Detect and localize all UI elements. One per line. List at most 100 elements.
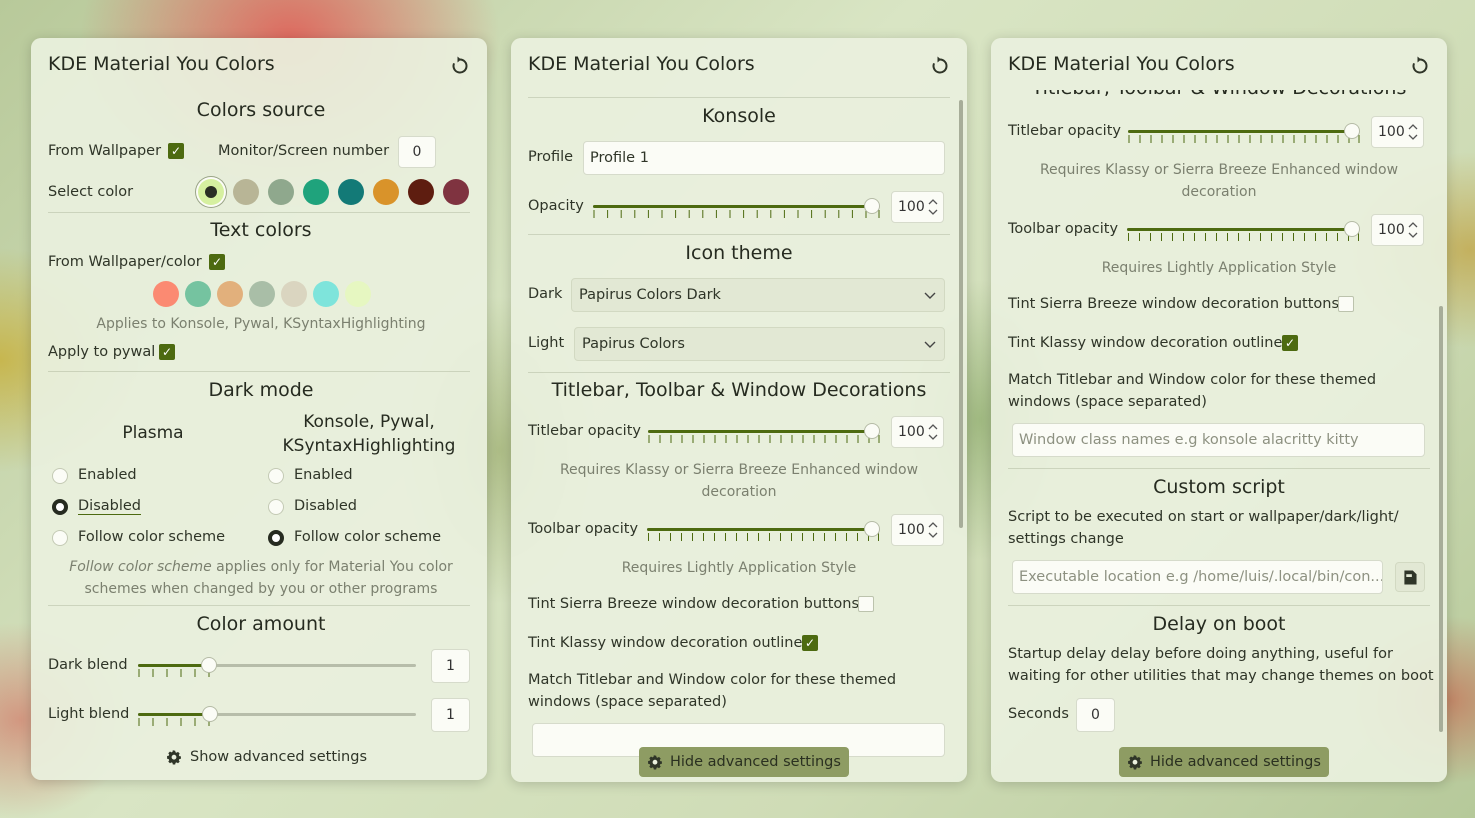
konsole-enabled-radio[interactable] bbox=[268, 468, 284, 484]
reset-icon[interactable] bbox=[1409, 55, 1431, 77]
plasma-enabled-radio[interactable] bbox=[52, 468, 68, 484]
color-swatch[interactable] bbox=[338, 179, 364, 205]
reset-icon[interactable] bbox=[449, 55, 471, 77]
dark-blend-slider-handle[interactable] bbox=[201, 657, 217, 673]
color-swatch[interactable] bbox=[233, 179, 259, 205]
clipped-header: Titlebar, Toolbar & Window Decorations bbox=[991, 90, 1447, 100]
tint-sierra-checkbox[interactable] bbox=[858, 596, 874, 612]
text-color-swatch bbox=[249, 281, 275, 307]
plasma-follow-radio[interactable] bbox=[52, 530, 68, 546]
opacity-label: Opacity bbox=[528, 198, 584, 214]
match-label-2: windows (space separated) bbox=[1008, 394, 1207, 410]
settings-panel-advanced-scrolled: KDE Material You Colors Titlebar, Toolba… bbox=[991, 38, 1447, 782]
seconds-label: Seconds bbox=[1008, 706, 1069, 722]
dark-mode-header: Dark mode bbox=[208, 379, 314, 401]
file-icon bbox=[1404, 570, 1417, 585]
titlebar-opacity-slider-handle[interactable] bbox=[1344, 123, 1360, 139]
light-blend-slider-handle[interactable] bbox=[202, 706, 218, 722]
divider bbox=[1008, 605, 1430, 606]
dark-icon-theme-value: Papirus Colors Dark bbox=[579, 287, 721, 303]
konsole-follow-radio[interactable] bbox=[268, 530, 284, 546]
hide-advanced-settings-button[interactable]: Hide advanced settings bbox=[639, 747, 849, 777]
plasma-disabled-radio[interactable] bbox=[52, 499, 68, 515]
select-color-label: Select color bbox=[48, 184, 134, 200]
gear-icon bbox=[648, 755, 662, 770]
spin-arrows-icon[interactable] bbox=[1407, 218, 1419, 242]
from-wallpaper-checkbox[interactable]: ✓ bbox=[168, 143, 184, 159]
toolbar-opacity-spinbox[interactable]: 100 bbox=[891, 514, 944, 546]
color-swatch[interactable] bbox=[198, 179, 224, 205]
plasma-follow-label[interactable]: Follow color scheme bbox=[78, 529, 225, 545]
plasma-disabled-label[interactable]: Disabled bbox=[78, 498, 141, 514]
show-advanced-settings-button[interactable]: Show advanced settings bbox=[166, 744, 367, 770]
titlebar-opacity-spinbox[interactable]: 100 bbox=[1371, 116, 1424, 148]
window-class-input[interactable]: Window class names e.g konsole alacritty… bbox=[1012, 423, 1425, 457]
light-blend-label: Light blend bbox=[48, 706, 130, 722]
titlebar-opacity-slider-fill bbox=[1128, 130, 1352, 133]
toolbar-opacity-slider-handle[interactable] bbox=[864, 521, 880, 537]
custom-script-desc-2: settings change bbox=[1008, 531, 1124, 547]
apply-pywal-label: Apply to pywal bbox=[48, 344, 156, 360]
tint-klassy-checkbox[interactable]: ✓ bbox=[1282, 335, 1298, 351]
dark-icon-theme-select[interactable]: Papirus Colors Dark bbox=[571, 278, 945, 312]
toolbar-opacity-spinbox[interactable]: 100 bbox=[1371, 214, 1424, 246]
light-blend-input[interactable]: 1 bbox=[431, 698, 470, 732]
color-swatch[interactable] bbox=[303, 179, 329, 205]
text-from-wallpaper-checkbox[interactable]: ✓ bbox=[209, 254, 225, 270]
tint-klassy-checkbox[interactable]: ✓ bbox=[802, 635, 818, 651]
toolbar-opacity-label: Toolbar opacity bbox=[528, 521, 639, 537]
tint-sierra-label: Tint Sierra Breeze window decoration but… bbox=[528, 596, 860, 612]
selected-dot bbox=[205, 186, 217, 198]
delay-desc-2: waiting for other utilities that may cha… bbox=[1008, 668, 1434, 684]
apply-pywal-checkbox[interactable]: ✓ bbox=[159, 344, 175, 360]
color-swatch[interactable] bbox=[373, 179, 399, 205]
custom-script-input[interactable]: Executable location e.g /home/luis/.loca… bbox=[1012, 560, 1383, 594]
toolbar-opacity-slider-fill bbox=[647, 528, 872, 531]
hide-advanced-label: Hide advanced settings bbox=[1150, 754, 1321, 770]
hide-advanced-settings-button[interactable]: Hide advanced settings bbox=[1119, 747, 1329, 777]
text-color-swatch bbox=[345, 281, 371, 307]
text-colors-note: Applies to Konsole, Pywal, KSyntaxHighli… bbox=[96, 316, 426, 332]
match-label-1: Match Titlebar and Window color for thes… bbox=[1008, 372, 1377, 388]
konsole-opacity-spinbox[interactable]: 100 bbox=[891, 191, 944, 223]
show-advanced-label: Show advanced settings bbox=[190, 749, 368, 765]
tint-sierra-label: Tint Sierra Breeze window decoration but… bbox=[1008, 296, 1340, 312]
titlebar-opacity-slider-handle[interactable] bbox=[864, 423, 880, 439]
panel-title: KDE Material You Colors bbox=[48, 53, 275, 75]
spin-arrows-icon[interactable] bbox=[1407, 120, 1419, 144]
text-color-swatch bbox=[185, 281, 211, 307]
dark-blend-label: Dark blend bbox=[48, 657, 128, 673]
light-icon-theme-select[interactable]: Papirus Colors bbox=[574, 327, 945, 361]
konsole-follow-label[interactable]: Follow color scheme bbox=[294, 529, 441, 545]
dark-blend-input[interactable]: 1 bbox=[431, 649, 470, 683]
scrollbar[interactable] bbox=[1439, 306, 1443, 732]
plasma-enabled-label[interactable]: Enabled bbox=[78, 467, 137, 483]
settings-panel-advanced: KDE Material You Colors Konsole Profile … bbox=[511, 38, 967, 782]
konsole-disabled-radio[interactable] bbox=[268, 499, 284, 515]
reset-icon[interactable] bbox=[929, 55, 951, 77]
text-color-swatch bbox=[313, 281, 339, 307]
divider bbox=[48, 371, 470, 372]
profile-label: Profile bbox=[528, 149, 574, 165]
divider bbox=[1008, 468, 1430, 469]
chevron-down-icon bbox=[924, 292, 936, 299]
panel-title: KDE Material You Colors bbox=[528, 53, 755, 75]
monitor-number-input[interactable]: 0 bbox=[398, 136, 436, 168]
match-label-2: windows (space separated) bbox=[528, 694, 727, 710]
titlebar-opacity-spinbox[interactable]: 100 bbox=[891, 416, 944, 448]
color-swatch[interactable] bbox=[268, 179, 294, 205]
konsole-opacity-slider-handle[interactable] bbox=[864, 198, 880, 214]
konsole-enabled-label[interactable]: Enabled bbox=[294, 467, 353, 483]
color-swatch[interactable] bbox=[443, 179, 469, 205]
spin-arrows-icon[interactable] bbox=[927, 420, 939, 444]
profile-input[interactable]: Profile 1 bbox=[583, 141, 945, 175]
spin-arrows-icon[interactable] bbox=[927, 195, 939, 219]
browse-file-button[interactable] bbox=[1395, 562, 1425, 592]
konsole-disabled-label[interactable]: Disabled bbox=[294, 498, 357, 514]
tint-sierra-checkbox[interactable] bbox=[1338, 296, 1354, 312]
toolbar-opacity-slider-handle[interactable] bbox=[1344, 221, 1360, 237]
color-swatch[interactable] bbox=[408, 179, 434, 205]
divider bbox=[528, 234, 950, 235]
spin-arrows-icon[interactable] bbox=[927, 518, 939, 542]
seconds-input[interactable]: 0 bbox=[1076, 698, 1115, 732]
